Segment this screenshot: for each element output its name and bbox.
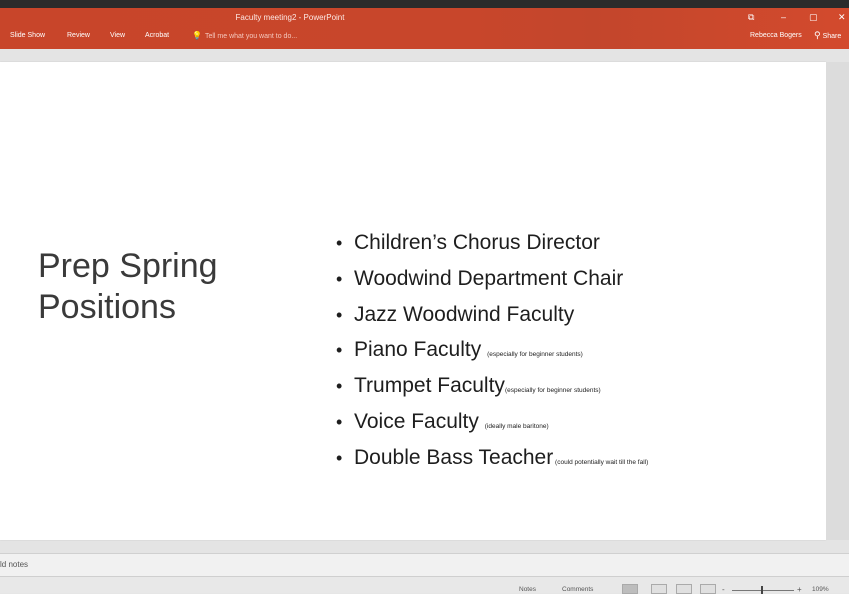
- vertical-scrollbar[interactable]: [826, 62, 849, 540]
- bullet-item: • Jazz Woodwind Faculty: [336, 299, 648, 335]
- bullet-text: Double Bass Teacher: [354, 445, 554, 469]
- bullet-text: Trumpet Faculty: [354, 374, 505, 398]
- bullet-list[interactable]: • Children’s Chorus Director • Woodwind De…: [336, 227, 648, 478]
- slide-canvas[interactable]: Prep Spring Positions • Children’s Chorus…: [0, 62, 826, 540]
- bullet-note: (ideally male baritone): [484, 422, 549, 430]
- slide-title-line: Prep Spring: [38, 247, 218, 285]
- bullet-item: • Double Bass Teacher (could potentially …: [336, 442, 648, 478]
- user-name[interactable]: Rebecca Bogers: [750, 32, 802, 39]
- slide-title-line: Positions: [38, 288, 176, 326]
- bullet-glyph: •: [336, 340, 343, 361]
- bullet-text: Children’s Chorus Director: [354, 231, 600, 254]
- zoom-slider-thumb[interactable]: [761, 586, 763, 594]
- bullet-note: (could potentially wait till the fall): [553, 458, 649, 466]
- normal-view-button[interactable]: [622, 584, 638, 594]
- slide-sorter-view-button[interactable]: [651, 584, 667, 594]
- minimize-button[interactable]: –: [781, 12, 786, 22]
- zoom-in-button[interactable]: +: [797, 585, 802, 594]
- bullet-text: Piano Faculty: [354, 338, 488, 362]
- bullet-glyph: •: [336, 304, 343, 325]
- tab-slide-show[interactable]: Slide Show: [10, 32, 45, 39]
- tell-me-search[interactable]: 💡 Tell me what you want to do...: [192, 31, 297, 40]
- status-bar: Notes Comments - + 109%: [0, 576, 849, 594]
- bullet-glyph: •: [336, 268, 343, 289]
- maximize-button[interactable]: ▢: [809, 12, 818, 23]
- bullet-glyph: •: [336, 411, 343, 432]
- slide-title[interactable]: Prep Spring Positions: [38, 246, 278, 328]
- tab-acrobat[interactable]: Acrobat: [145, 32, 169, 39]
- bullet-note: (especially for beginner students): [487, 351, 583, 359]
- bullet-glyph: •: [336, 447, 343, 468]
- bullet-text: Voice Faculty: [354, 409, 485, 433]
- title-bar: Faculty meeting2 - PowerPoint ⧉ – ▢ ✕ Sl…: [0, 8, 849, 49]
- zoom-slider[interactable]: [732, 590, 794, 591]
- bullet-item: • Voice Faculty (ideally male baritone): [336, 406, 648, 442]
- bullet-item: • Piano Faculty (especially for beginner …: [336, 334, 648, 370]
- reading-view-button[interactable]: [676, 584, 692, 594]
- bullet-glyph: •: [336, 376, 343, 397]
- tab-view[interactable]: View: [110, 32, 125, 39]
- tell-me-placeholder: Tell me what you want to do...: [204, 33, 298, 40]
- bullet-note: (especially for beginner students): [504, 387, 601, 395]
- bullet-text: Jazz Woodwind Faculty: [354, 302, 575, 326]
- screen-top-edge: [0, 0, 849, 8]
- window-title: Faculty meeting2 - PowerPoint: [235, 13, 345, 22]
- bullet-glyph: •: [336, 233, 343, 253]
- close-button[interactable]: ✕: [838, 12, 846, 23]
- notes-placeholder: ld notes: [0, 560, 29, 569]
- share-button[interactable]: ⚲ Share: [814, 30, 841, 41]
- bullet-item: • Children’s Chorus Director: [336, 227, 648, 263]
- share-label: Share: [822, 33, 842, 40]
- bullet-item: • Trumpet Faculty(especially for beginner…: [336, 370, 648, 406]
- slide-show-view-button[interactable]: [700, 584, 716, 594]
- zoom-out-button[interactable]: -: [722, 585, 725, 594]
- bullet-item: • Woodwind Department Chair: [336, 263, 648, 299]
- ribbon-display-options-icon[interactable]: ⧉: [748, 12, 754, 23]
- person-icon: ⚲: [814, 30, 821, 40]
- bullet-text: Woodwind Department Chair: [354, 266, 624, 290]
- tab-review[interactable]: Review: [67, 32, 90, 39]
- notes-pane[interactable]: ld notes: [0, 553, 849, 576]
- lightbulb-icon: 💡: [192, 31, 202, 40]
